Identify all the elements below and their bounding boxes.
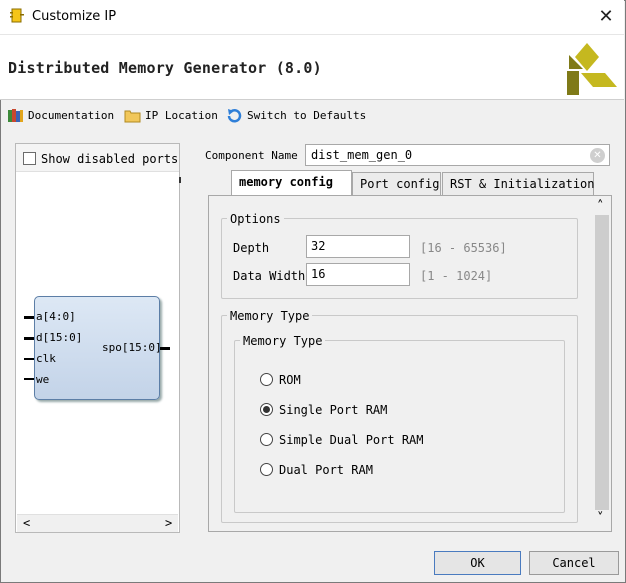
toolbar: Documentation IP Location Switch to Defa…	[0, 101, 624, 131]
radio-dual-port-ram[interactable]	[260, 463, 273, 476]
ip-symbol-panel: Show disabled ports a[4:0] d[15:0] clk w…	[15, 143, 181, 533]
folder-icon	[124, 108, 141, 123]
switch-to-defaults-label: Switch to Defaults	[247, 109, 367, 122]
data-width-input[interactable]: 16	[306, 263, 410, 286]
port-pin	[24, 378, 34, 380]
scroll-up-icon[interactable]: ˄	[597, 199, 604, 214]
depth-label: Depth	[233, 241, 270, 255]
tab-content-panel: Options Depth 32 [16 - 65536] Data Width…	[208, 195, 612, 532]
close-icon[interactable]: ✕	[596, 7, 616, 27]
port-pin	[24, 358, 34, 360]
cancel-button[interactable]: Cancel	[529, 551, 619, 575]
port-label-clk: clk	[36, 352, 56, 365]
depth-input[interactable]: 32	[306, 235, 410, 258]
memory-type-inner-title: Memory Type	[240, 334, 326, 348]
tab-memory-config[interactable]: memory config	[231, 170, 352, 196]
show-disabled-ports-label: Show disabled ports	[41, 152, 179, 166]
rom-label: ROM	[279, 373, 301, 387]
vivado-logo-icon	[565, 41, 621, 97]
data-width-label: Data Width	[233, 269, 306, 283]
tab-rst-initialization[interactable]: RST & Initialization	[442, 172, 595, 195]
books-icon	[7, 108, 24, 123]
port-label-spo: spo[15:0]	[102, 341, 162, 354]
data-width-range: [1 - 1024]	[420, 269, 493, 283]
clear-icon[interactable]: ✕	[590, 148, 605, 163]
component-name-input[interactable]: dist_mem_gen_0	[305, 144, 610, 166]
port-label-we: we	[36, 373, 50, 386]
options-group	[221, 218, 578, 299]
documentation-label: Documentation	[28, 109, 115, 122]
refresh-icon	[226, 108, 243, 123]
memory-type-outer-title: Memory Type	[227, 309, 313, 323]
vertical-scroll-thumb[interactable]	[595, 215, 609, 510]
header-banner: Distributed Memory Generator (8.0)	[0, 34, 624, 100]
memory-type-inner-group	[234, 340, 565, 513]
scroll-left-icon[interactable]: <	[23, 516, 30, 530]
documentation-button[interactable]: Documentation	[7, 108, 114, 123]
window-title: Customize IP	[32, 9, 117, 24]
port-pin	[160, 347, 170, 350]
radio-simple-dual-port-ram[interactable]	[260, 433, 273, 446]
tab-port-config[interactable]: Port config	[352, 172, 441, 195]
scroll-down-icon[interactable]: ˅	[597, 511, 604, 526]
ip-location-button[interactable]: IP Location	[124, 108, 218, 123]
horizontal-scrollbar[interactable]: < >	[17, 514, 178, 532]
options-group-title: Options	[227, 212, 284, 226]
panel-edge-marker	[179, 177, 181, 183]
depth-range: [16 - 65536]	[420, 241, 507, 255]
dual-port-ram-label: Dual Port RAM	[279, 463, 373, 477]
page-title: Distributed Memory Generator (8.0)	[8, 59, 322, 77]
port-pin	[24, 337, 34, 340]
show-disabled-ports-checkbox[interactable]	[23, 152, 36, 165]
app-icon	[9, 8, 25, 24]
radio-rom[interactable]	[260, 373, 273, 386]
component-name-label: Component Name	[205, 149, 298, 162]
port-pin	[24, 316, 34, 319]
switch-to-defaults-button[interactable]: Switch to Defaults	[226, 108, 366, 123]
single-port-ram-label: Single Port RAM	[279, 403, 388, 417]
ip-location-label: IP Location	[145, 109, 218, 122]
scroll-right-icon[interactable]: >	[165, 516, 172, 530]
left-panel-header: Show disabled ports	[16, 144, 179, 172]
simple-dual-port-ram-label: Simple Dual Port RAM	[279, 433, 424, 447]
ok-button[interactable]: OK	[434, 551, 521, 575]
radio-single-port-ram[interactable]	[260, 403, 273, 416]
port-label-d: d[15:0]	[36, 331, 83, 344]
port-label-a: a[4:0]	[36, 310, 76, 323]
title-bar: Customize IP ✕	[0, 0, 624, 34]
